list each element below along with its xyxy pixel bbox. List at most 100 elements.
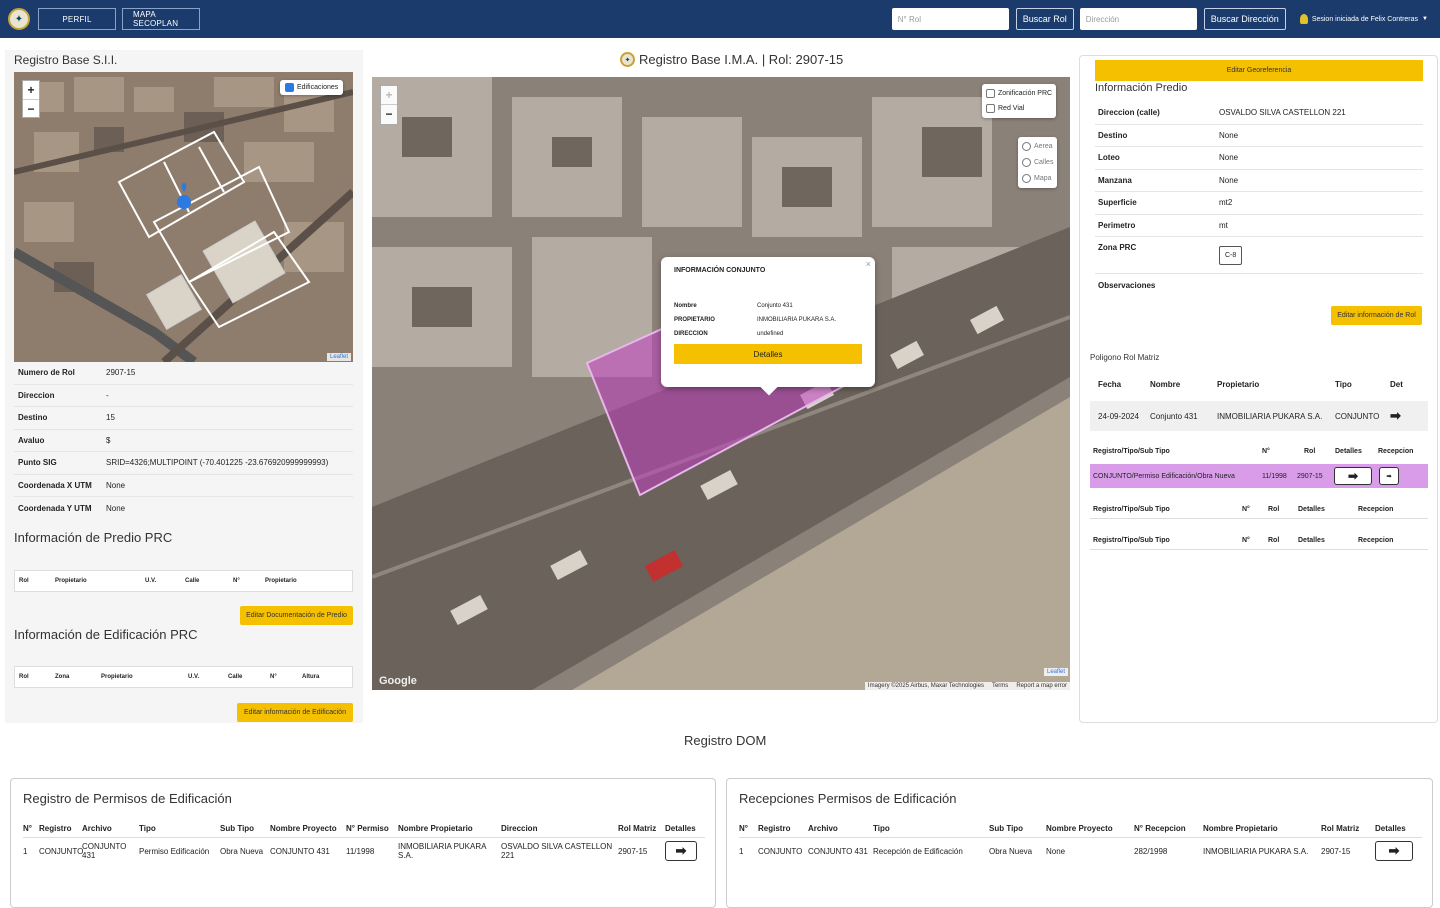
prc-predio-title: Información de Predio PRC: [14, 530, 173, 545]
nav-perfil[interactable]: PERFIL: [38, 8, 116, 30]
direccion-search-input[interactable]: Dirección: [1079, 8, 1197, 30]
cell: 24-09-2024: [1098, 411, 1139, 421]
col-header: Tipo: [873, 823, 890, 833]
main-map-zoom: + −: [380, 85, 398, 125]
field-value: None: [1219, 175, 1239, 185]
cell: 2907-15: [618, 846, 648, 856]
col-header: Fecha: [1098, 380, 1122, 389]
prc-edificacion-title: Información de Edificación PRC: [14, 627, 198, 642]
registro-base-sii-panel: Registro Base S.I.I. + − Edificaciones L…: [5, 50, 363, 723]
layer-label: Mapa: [1034, 175, 1052, 182]
cell: INMOBILIARIA PUKARA S.A.: [1217, 411, 1323, 421]
field-row: Perimetro mt: [1095, 215, 1423, 237]
cell: Permiso Edificación: [139, 846, 210, 856]
permisos-title: Registro de Permisos de Edificación: [23, 791, 232, 806]
center-title: ✦ Registro Base I.M.A. | Rol: 2907-15: [620, 52, 843, 67]
overlay-layers-control: Zonificación PRC Red Vial: [982, 84, 1057, 118]
col-header: Det: [1390, 380, 1403, 389]
mapa-radio[interactable]: Mapa: [1022, 174, 1052, 183]
permiso-detalles-button[interactable]: ➡: [665, 841, 697, 861]
poligono-header: Fecha Nombre Propietario Tipo Det: [1090, 380, 1428, 389]
report-error-link[interactable]: Report a map error: [1016, 683, 1067, 689]
leaflet-attribution[interactable]: Leaflet: [326, 353, 351, 361]
base-layers-control: Aerea Calles Mapa: [1018, 137, 1058, 188]
cell: 2907-15: [1321, 846, 1351, 856]
prc-predio-table: Rol Propietario U.V. Calle N° Propietari…: [14, 570, 353, 592]
layer-label: Aerea: [1034, 143, 1053, 150]
predio-fields: Direccion (calle) OSVALDO SILVA CASTELLON…: [1095, 102, 1423, 296]
editar-edificacion-button[interactable]: Editar información de Edificación: [237, 703, 353, 722]
col-header: Rol Matriz: [1321, 823, 1360, 833]
cell: CONJUNTO: [758, 846, 803, 856]
popup-value: INMOBILIARIA PUKARA S.A.: [757, 317, 837, 323]
field-row: Direccion (calle) OSVALDO SILVA CASTELLON…: [1095, 102, 1423, 125]
cell: Recepción de Edificación: [873, 846, 963, 856]
zoom-in-button[interactable]: +: [23, 81, 39, 100]
arrow-right-icon[interactable]: ➡: [1390, 408, 1420, 424]
zoom-in-button[interactable]: +: [381, 86, 397, 105]
recepciones-header: N° Registro Archivo Tipo Sub Tipo Nombre…: [739, 821, 1415, 835]
mini-map[interactable]: + − Edificaciones Leaflet: [14, 72, 353, 362]
field-value: None: [1219, 153, 1239, 163]
field-label: Avaluo: [18, 435, 45, 445]
field-label: Punto SIG: [18, 458, 57, 468]
red-vial-toggle[interactable]: Red Vial: [986, 104, 1024, 113]
zonificacion-toggle[interactable]: Zonificación PRC: [986, 89, 1052, 98]
zoom-out-button[interactable]: −: [381, 105, 397, 123]
col-header: Altura: [302, 674, 320, 680]
cell: 11/1998: [346, 846, 375, 856]
cell: 1: [739, 846, 744, 856]
field-label: Coordenada X UTM: [18, 480, 92, 490]
col-header: Zona: [55, 674, 70, 680]
field-value: mt2: [1219, 198, 1233, 208]
radio-icon: [1022, 174, 1031, 183]
editar-georeferencia-button[interactable]: Editar Georeferencia: [1095, 60, 1423, 81]
recepcion-detalles-button[interactable]: ➡: [1375, 841, 1413, 861]
field-row: Superficie mt2: [1095, 192, 1423, 215]
registro-detalles-button[interactable]: ➡: [1334, 467, 1372, 485]
field-value: None: [106, 503, 126, 513]
editar-informacion-rol-button[interactable]: Editar información de Rol: [1331, 306, 1422, 325]
field-label: Direccion (calle): [1098, 108, 1160, 118]
calles-radio[interactable]: Calles: [1022, 158, 1053, 167]
col-header: Nombre Propietario: [398, 823, 473, 833]
field-value: None: [106, 480, 126, 490]
rol-search-input[interactable]: N° Rol: [891, 8, 1009, 30]
popup-key: DIRECCION: [674, 331, 708, 337]
cell: Obra Nueva: [220, 846, 264, 856]
aerea-radio[interactable]: Aerea: [1022, 142, 1053, 151]
municipality-logo[interactable]: ✦: [8, 8, 30, 30]
leaflet-attribution[interactable]: Leaflet: [1043, 668, 1068, 676]
col-header: Registro: [39, 823, 72, 833]
edificaciones-layer-toggle[interactable]: Edificaciones: [280, 80, 344, 95]
col-header: Sub Tipo: [989, 823, 1024, 833]
col-header: Recepcion: [1378, 448, 1414, 455]
nav-mapa-secoplan[interactable]: MAPA SECOPLAN: [122, 8, 200, 30]
registro-recepcion-button[interactable]: ➡: [1379, 467, 1399, 485]
buscar-rol-button[interactable]: Buscar Rol: [1015, 8, 1074, 30]
field-value: SRID=4326;MULTIPOINT (-70.401225 -23.676…: [106, 458, 329, 468]
close-icon[interactable]: ×: [866, 259, 871, 269]
col-header: Nombre Proyecto: [1046, 823, 1113, 833]
buscar-direccion-button[interactable]: Buscar Dirección: [1203, 8, 1286, 30]
cell: CONJUNTO: [1335, 411, 1380, 421]
recepciones-row: 1 CONJUNTO CONJUNTO 431 Recepción de Edi…: [739, 841, 1413, 861]
session-menu[interactable]: Sesion iniciada de Felix Contreras ▼: [1299, 14, 1428, 24]
popup-value: Conjunto 431: [757, 303, 793, 309]
field-value: mt: [1219, 220, 1228, 230]
cell: INMOBILIARIA PUKARA S.A.: [1203, 846, 1309, 856]
info-predio-title: Información Predio: [1095, 82, 1188, 94]
popup-value: undefined: [757, 331, 784, 337]
checkbox-icon: [986, 104, 995, 113]
field-row: Coordenada X UTM None: [14, 475, 353, 497]
popup-detalles-button[interactable]: Detalles: [674, 344, 862, 364]
popup-key: PROPIETARIO: [674, 317, 715, 323]
field-label: Loteo: [1098, 153, 1120, 163]
field-value: -: [106, 390, 109, 400]
terms-link[interactable]: Terms: [992, 683, 1008, 689]
col-header: N°: [1242, 537, 1250, 544]
zoom-out-button[interactable]: −: [23, 100, 39, 118]
editar-documentacion-predio-button[interactable]: Editar Documentación de Predio: [240, 606, 353, 625]
panel-title: Registro Base S.I.I.: [14, 53, 118, 67]
cell: INMOBILIARIA PUKARA S.A.: [398, 842, 487, 860]
